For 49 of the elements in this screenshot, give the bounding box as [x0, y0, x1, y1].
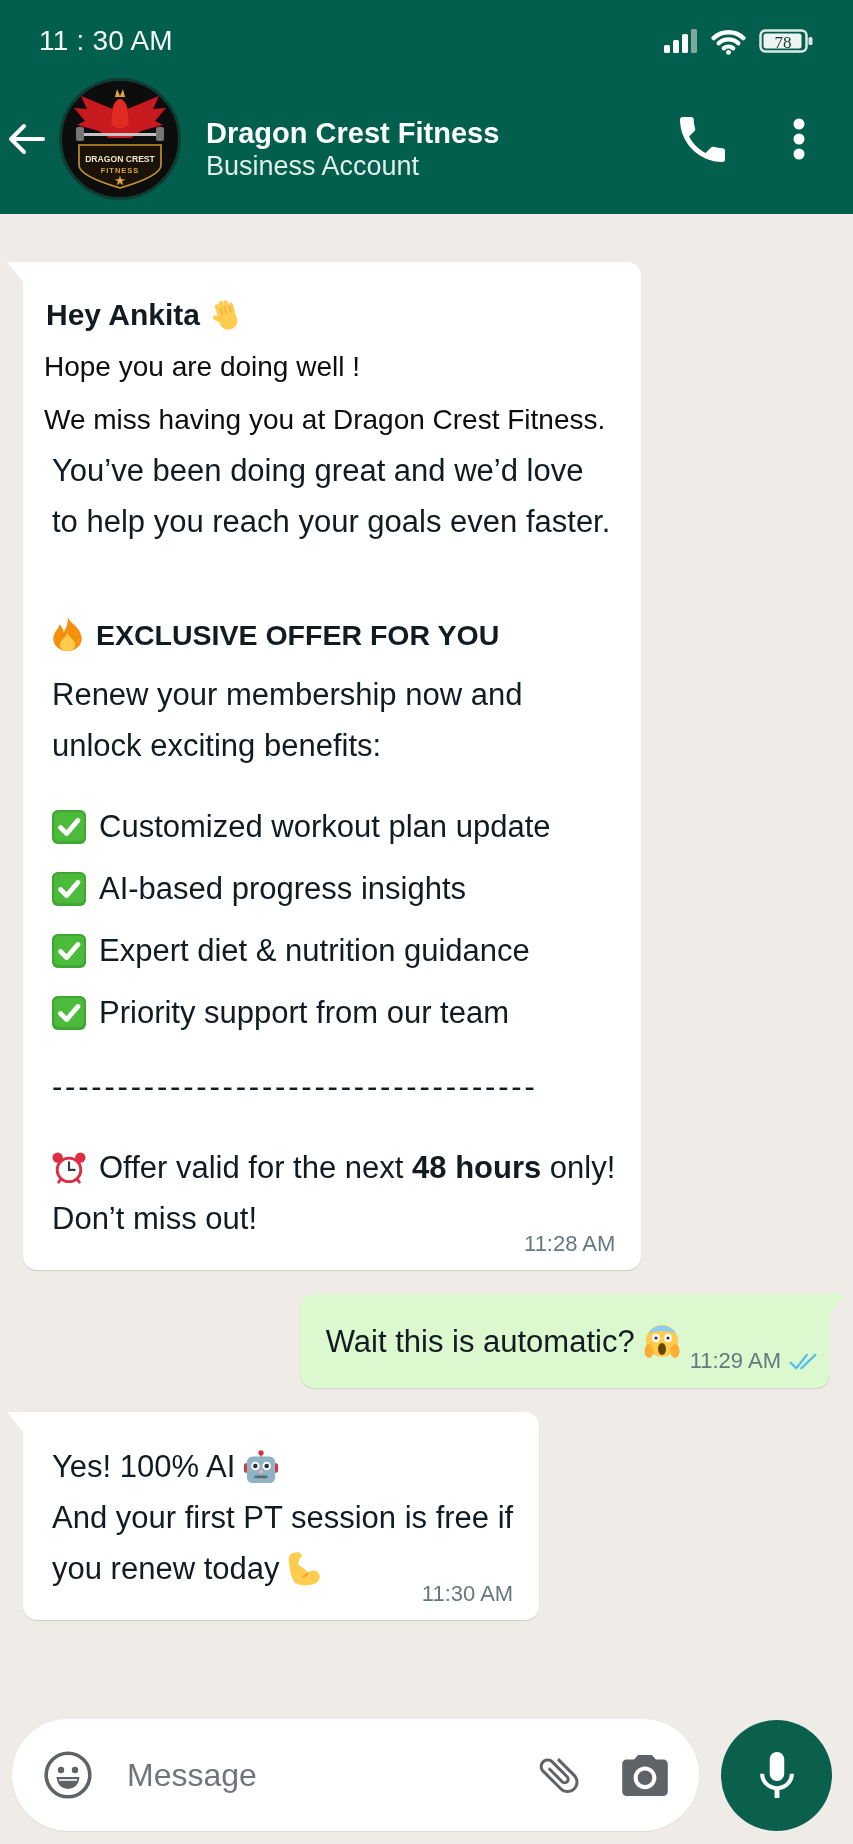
message-text: And your first PT session is free if [52, 1500, 514, 1535]
message-time: 11:28 AM [524, 1231, 616, 1257]
signal-icon [664, 29, 698, 53]
message-text: You’ve been doing great and we’d love to help you reach your goals even faster. [52, 453, 611, 539]
check-mark-icon [52, 810, 86, 844]
message-text: Hope you are doing well ! [44, 351, 360, 382]
benefit-text: Priority support from our team [99, 995, 510, 1030]
back-button[interactable] [7, 123, 45, 155]
wifi-icon [711, 27, 746, 55]
benefit-text: Expert diet & nutrition guidance [99, 933, 530, 968]
screaming-face-icon [643, 1323, 680, 1359]
message-field[interactable]: Message [127, 1753, 517, 1797]
status-time: 11 : 30 AM [39, 25, 173, 57]
message-text: Don’t miss out! [52, 1201, 257, 1236]
call-button[interactable] [680, 116, 725, 162]
camera-button[interactable] [622, 1754, 668, 1796]
robot-icon [244, 1450, 279, 1484]
check-mark-icon [52, 934, 86, 968]
message-text: you renew today [52, 1551, 280, 1586]
battery-percentage: 78 [774, 32, 792, 52]
alarm-clock-icon [52, 1151, 86, 1185]
camera-icon [622, 1754, 668, 1796]
benefit-text: AI-based progress insights [99, 871, 467, 906]
message-text: Yes! 100% AI [52, 1449, 236, 1484]
greeting-text: Hey Ankita [46, 298, 200, 331]
back-arrow-icon [7, 123, 45, 155]
battery-icon [759, 29, 813, 53]
check-mark-icon [52, 872, 86, 906]
check-mark-icon [52, 996, 86, 1030]
account-type-label: Business Account [206, 150, 420, 182]
smiley-icon [44, 1751, 92, 1799]
message-text: Offer valid for the next 48 hours only! [99, 1150, 616, 1185]
microphone-icon [759, 1752, 794, 1798]
benefit-text: Customized workout plan update [99, 809, 551, 844]
logo-text: DRAGON CREST [85, 154, 155, 164]
message-text: Wait this is automatic? [325, 1324, 635, 1359]
contact-name: Dragon Crest Fitness [206, 116, 500, 150]
menu-button[interactable] [793, 118, 805, 160]
emoji-button[interactable] [44, 1751, 92, 1799]
offer-heading: EXCLUSIVE OFFER FOR YOU [96, 619, 500, 651]
phone-icon [680, 116, 725, 162]
separator-text: ------------------------------------- [52, 1069, 538, 1104]
message-time: 11:30 AM [421, 1581, 514, 1607]
message-text: We miss having you at Dragon Crest Fitness. [44, 404, 606, 435]
message-time: 11:29 AM [689, 1348, 781, 1374]
message-text: Renew your membership now and unlock exciting benefits: [52, 677, 523, 763]
star-icon [114, 175, 126, 186]
menu-icon [793, 118, 805, 160]
flexed-arm-icon [288, 1552, 322, 1586]
